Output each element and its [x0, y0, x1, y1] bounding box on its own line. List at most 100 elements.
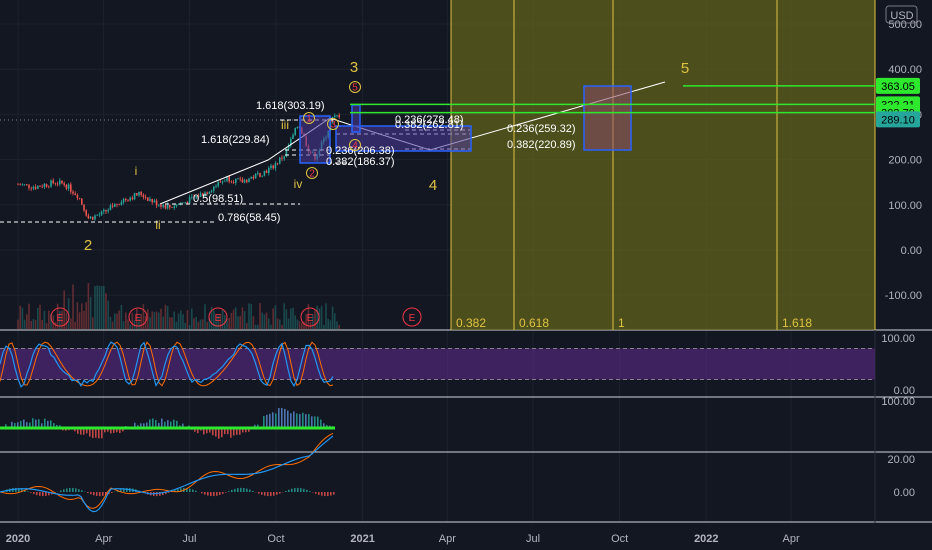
candle-body [92, 216, 94, 220]
volume-bar [263, 314, 266, 329]
macd-histogram-bar [99, 492, 101, 497]
candle-body [171, 207, 173, 208]
macd-histogram-bar [315, 492, 317, 494]
y-tick-label: -100.00 [885, 290, 922, 302]
volume-bar [265, 312, 268, 329]
candle-body [45, 184, 48, 187]
candle-body [241, 179, 244, 183]
macd-histogram-bar [261, 492, 263, 495]
candle-body [149, 199, 151, 201]
volume-bar [76, 302, 79, 329]
fib-level-label: 0.382(220.89) [507, 139, 576, 151]
volume-bar [92, 317, 94, 329]
macd-histogram-bar [258, 492, 260, 494]
squeeze-bar [269, 413, 271, 428]
volume-bar [166, 305, 169, 329]
volume-bar [70, 318, 72, 329]
volume-bar [206, 321, 208, 329]
macd-histogram-bar [81, 490, 83, 492]
volume-bar [327, 318, 329, 329]
macd-histogram-bar [195, 490, 197, 492]
macd-histogram-bar [285, 490, 287, 492]
candle-body [19, 184, 21, 186]
macd-histogram-bar [39, 492, 41, 496]
candle-body [43, 184, 46, 187]
circle-wave-label: 1 [306, 114, 312, 125]
candle-body [210, 190, 213, 193]
volume-bar [314, 310, 316, 329]
fib-time-label: 0.382 [456, 316, 486, 330]
candle-body [169, 204, 171, 208]
volume-bar [195, 316, 197, 329]
fib-level-label: 0.236(259.32) [507, 123, 576, 135]
volume-bar [175, 321, 178, 329]
squeeze-y-tick: 100.00 [881, 396, 915, 408]
x-tick-label: 2022 [694, 533, 718, 545]
candle-body [98, 214, 101, 216]
volume-bar [100, 285, 103, 329]
candle-body [116, 203, 118, 205]
macd-histogram-bar [204, 492, 206, 495]
volume-bar [235, 307, 237, 329]
macd-histogram-bar [96, 492, 98, 496]
macd-histogram-bar [219, 492, 221, 495]
volume-bar [37, 307, 39, 329]
volume-bar [283, 303, 285, 329]
candle-body [107, 210, 109, 212]
candle-body [338, 115, 340, 118]
candle-body [114, 203, 116, 207]
candle-body [81, 198, 83, 205]
earnings-label: E [215, 313, 222, 324]
candle-body [105, 209, 107, 212]
candle-body [120, 202, 123, 205]
candle-body [26, 184, 28, 185]
macd-histogram-bar [318, 492, 320, 495]
candle-body [85, 210, 87, 216]
macd-histogram-bar [213, 492, 215, 497]
x-tick-label: 2021 [350, 533, 374, 545]
candle-body [219, 181, 222, 183]
squeeze-bar [302, 412, 304, 428]
squeeze-bar [311, 416, 313, 428]
candle-body [175, 204, 178, 207]
volume-bar [323, 324, 325, 329]
candle-body [164, 204, 167, 209]
wave-label: ii [155, 218, 160, 232]
volume-bar [261, 312, 263, 329]
macd-histogram-bar [93, 492, 95, 496]
volume-bar [182, 314, 184, 329]
macd-histogram-bar [321, 492, 323, 496]
candle-body [292, 134, 294, 139]
candle-body [263, 170, 266, 176]
candle-body [158, 204, 160, 206]
price-label: 289.10 [881, 114, 915, 126]
volume-bar [45, 323, 48, 329]
candle-body [279, 157, 281, 164]
macd-histogram-bar [306, 489, 308, 492]
chart-canvas[interactable]: 0.3820.61811.618 500.00400.00300.00200.0… [0, 0, 932, 550]
fib-time-label: 1 [618, 316, 625, 330]
stoch-band [0, 348, 875, 380]
macd-histogram-bar [216, 492, 218, 496]
volume-bar [127, 319, 129, 329]
volume-bar [74, 321, 76, 329]
fib-level-label: 1.618(303.19) [256, 100, 325, 112]
macd-histogram-bar [324, 492, 326, 497]
x-tick-label: 2020 [6, 533, 30, 545]
earnings-label: E [307, 313, 314, 324]
volume-bar [221, 309, 224, 329]
volume-bar [276, 318, 279, 329]
x-tick-label: Apr [439, 533, 456, 545]
volume-bar [331, 306, 334, 329]
candle-body [136, 193, 138, 196]
macd-histogram-bar [300, 488, 302, 492]
macd-histogram-bar [309, 491, 311, 492]
wave-label: 4 [429, 177, 437, 194]
macd-histogram-bar [225, 492, 227, 493]
macd-histogram-bar [273, 492, 275, 496]
volume-bar [85, 302, 87, 329]
candle-body [72, 191, 74, 194]
candle-body [54, 183, 57, 184]
candle-body [268, 168, 270, 174]
macd-histogram-bar [30, 492, 32, 493]
